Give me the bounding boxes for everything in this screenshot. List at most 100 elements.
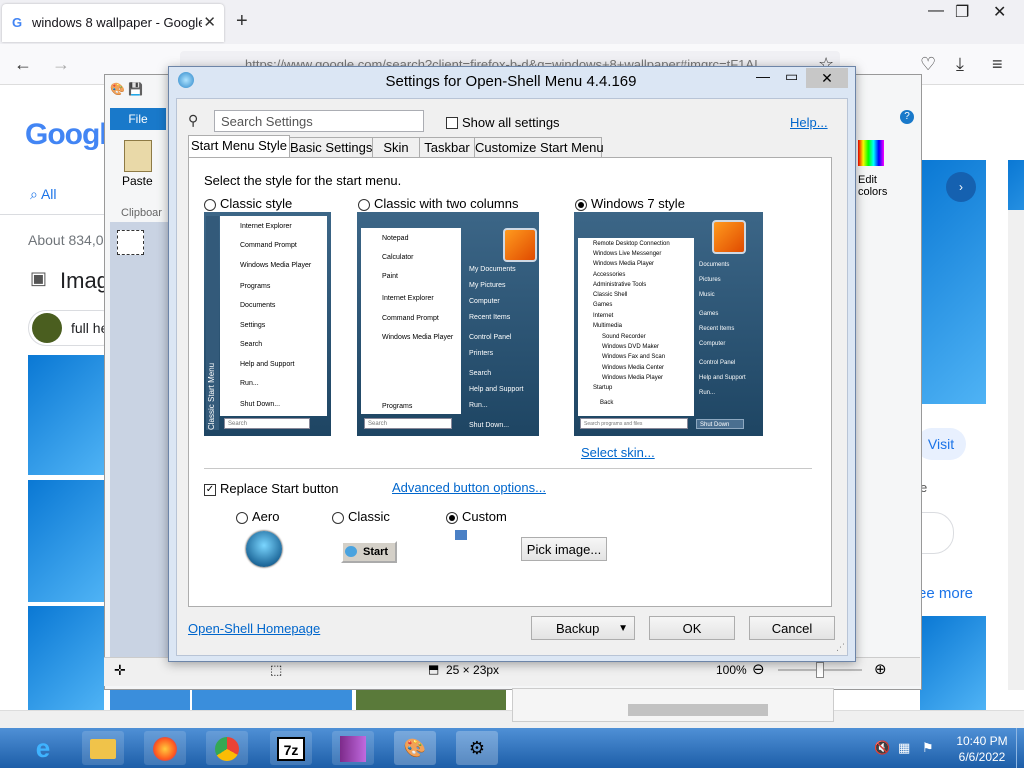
edit-colors-icon[interactable]: [858, 140, 884, 166]
custom-label[interactable]: Custom: [462, 509, 507, 524]
open-shell-homepage-link[interactable]: Open-Shell Homepage: [188, 621, 320, 636]
help-icon[interactable]: ?: [900, 110, 914, 124]
radio-dot[interactable]: [332, 511, 344, 524]
tab-basic-settings[interactable]: Basic Settings: [289, 137, 373, 158]
ie-icon[interactable]: e: [22, 731, 64, 765]
video-thumbnail[interactable]: [356, 690, 506, 710]
show-all-checkbox-box[interactable]: [446, 116, 458, 129]
minimize-button[interactable]: —: [928, 2, 944, 20]
w7-right-item: Computer: [699, 341, 726, 347]
clock-date: 6/6/2022: [958, 750, 1006, 764]
advanced-button-options-link[interactable]: Advanced button options...: [392, 480, 546, 495]
forward-icon[interactable]: →: [52, 54, 70, 75]
select-skin-link[interactable]: Select skin...: [581, 445, 655, 460]
network-icon[interactable]: ▦: [898, 740, 910, 756]
tab-close-icon[interactable]: ✕: [203, 13, 216, 31]
see-more-link[interactable]: ee more: [918, 585, 973, 602]
paint-qat-icon[interactable]: 🎨 💾: [110, 82, 143, 96]
dialog-close-button[interactable]: ✕: [806, 68, 848, 88]
taskbar-clock[interactable]: 10:40 PM 6/6/2022: [950, 733, 1014, 765]
image-thumbnail[interactable]: [192, 690, 352, 710]
zoom-slider-thumb[interactable]: [816, 662, 824, 678]
custom-radio[interactable]: [446, 510, 458, 524]
help-link[interactable]: Help...: [790, 115, 828, 130]
pick-image-button[interactable]: Pick image...: [521, 537, 607, 561]
cursor-position-icon: ✛: [114, 662, 126, 678]
search-icon: ⚲: [188, 112, 199, 128]
image-thumbnail[interactable]: [110, 690, 190, 710]
cancel-button[interactable]: Cancel: [749, 616, 835, 640]
paste-icon[interactable]: [124, 140, 152, 172]
dialog-minimize-button[interactable]: —: [756, 68, 770, 84]
ok-button[interactable]: OK: [649, 616, 735, 640]
maximize-button[interactable]: ❐: [955, 2, 969, 22]
replace-start-label[interactable]: Replace Start button: [220, 481, 339, 496]
replace-start-checkbox[interactable]: ✓: [204, 482, 216, 496]
action-center-icon[interactable]: ⚑: [922, 740, 934, 756]
tab-skin[interactable]: Skin: [372, 137, 420, 158]
explorer-icon[interactable]: [82, 731, 124, 765]
show-all-checkbox[interactable]: [446, 115, 458, 129]
downloads-icon[interactable]: ⤓: [956, 54, 964, 75]
classic-button-radio[interactable]: [332, 510, 344, 524]
radio-dot[interactable]: [575, 198, 587, 211]
volume-muted-icon[interactable]: 🔇: [874, 740, 890, 756]
windows7-style-radio[interactable]: [575, 197, 587, 211]
inner-scrollbar-thumb[interactable]: [628, 704, 768, 716]
window-close-button[interactable]: ✕: [993, 2, 1006, 22]
zoom-in-icon[interactable]: ⊕: [874, 660, 887, 678]
image-thumbnail[interactable]: [28, 355, 104, 475]
windows7-style-label[interactable]: Windows 7 style: [591, 196, 685, 211]
paint-canvas[interactable]: [117, 230, 144, 255]
dialog-maximize-button[interactable]: ▭: [785, 68, 798, 85]
pocket-icon[interactable]: ♡: [920, 54, 936, 75]
two-columns-radio[interactable]: [358, 197, 370, 211]
replace-start-checkbox-box[interactable]: ✓: [204, 483, 216, 496]
classic-banner-text: Classic Start Menu: [207, 362, 216, 430]
classic-style-label[interactable]: Classic style: [220, 196, 292, 211]
classic-button-label[interactable]: Classic: [348, 509, 390, 524]
file-tab[interactable]: File: [110, 108, 166, 130]
radio-dot[interactable]: [204, 198, 216, 211]
paint-icon[interactable]: 🎨: [394, 731, 436, 765]
chrome-icon[interactable]: [206, 731, 248, 765]
open-shell-icon[interactable]: ⚙: [456, 731, 498, 765]
next-arrow-icon[interactable]: ›: [946, 172, 976, 202]
backup-button[interactable]: Backup ▼: [531, 616, 635, 640]
visit-button[interactable]: Visit: [916, 428, 966, 460]
firefox-icon[interactable]: [144, 731, 186, 765]
tab-start-menu-style[interactable]: Start Menu Style: [188, 135, 290, 159]
radio-dot[interactable]: [236, 511, 248, 524]
google-doodle-logo[interactable]: Googl: [25, 118, 108, 152]
menu-icon[interactable]: ≡: [992, 54, 1003, 75]
aero-radio[interactable]: [236, 510, 248, 524]
page-scrollbar[interactable]: [1008, 210, 1024, 690]
aero-label[interactable]: Aero: [252, 509, 279, 524]
7zip-icon[interactable]: 7z: [270, 731, 312, 765]
w7-left-item: Remote Desktop Connection: [593, 241, 670, 247]
image-thumbnail[interactable]: [28, 480, 104, 602]
radio-dot[interactable]: [446, 511, 458, 524]
show-all-label[interactable]: Show all settings: [462, 115, 560, 130]
w7-left-item: Internet: [593, 313, 614, 319]
two-right-item: My Documents: [469, 266, 516, 273]
two-right-item: Printers: [469, 350, 494, 357]
edit-colors-label[interactable]: Edit colors: [858, 174, 898, 198]
image-thumbnail[interactable]: [28, 606, 104, 710]
image-thumbnail[interactable]: [920, 616, 986, 710]
tab-taskbar[interactable]: Taskbar: [419, 137, 475, 158]
paste-label[interactable]: Paste: [122, 174, 153, 188]
all-tab[interactable]: ⌕ All: [30, 186, 57, 203]
two-columns-label[interactable]: Classic with two columns: [374, 196, 519, 211]
radio-dot[interactable]: [358, 198, 370, 211]
show-desktop-button[interactable]: [1016, 728, 1024, 768]
back-icon[interactable]: ←: [14, 54, 32, 75]
new-tab-button[interactable]: +: [236, 10, 248, 33]
browser-tab[interactable]: G windows 8 wallpaper - Google S ✕: [2, 4, 224, 42]
tab-customize-start-menu[interactable]: Customize Start Menu: [474, 137, 604, 158]
zoom-out-icon[interactable]: ⊖: [752, 660, 765, 678]
winrar-icon[interactable]: [332, 731, 374, 765]
classic-style-radio[interactable]: [204, 197, 216, 211]
resize-grip-icon[interactable]: ⋰: [836, 642, 845, 653]
search-settings-input[interactable]: Search Settings: [214, 110, 424, 132]
